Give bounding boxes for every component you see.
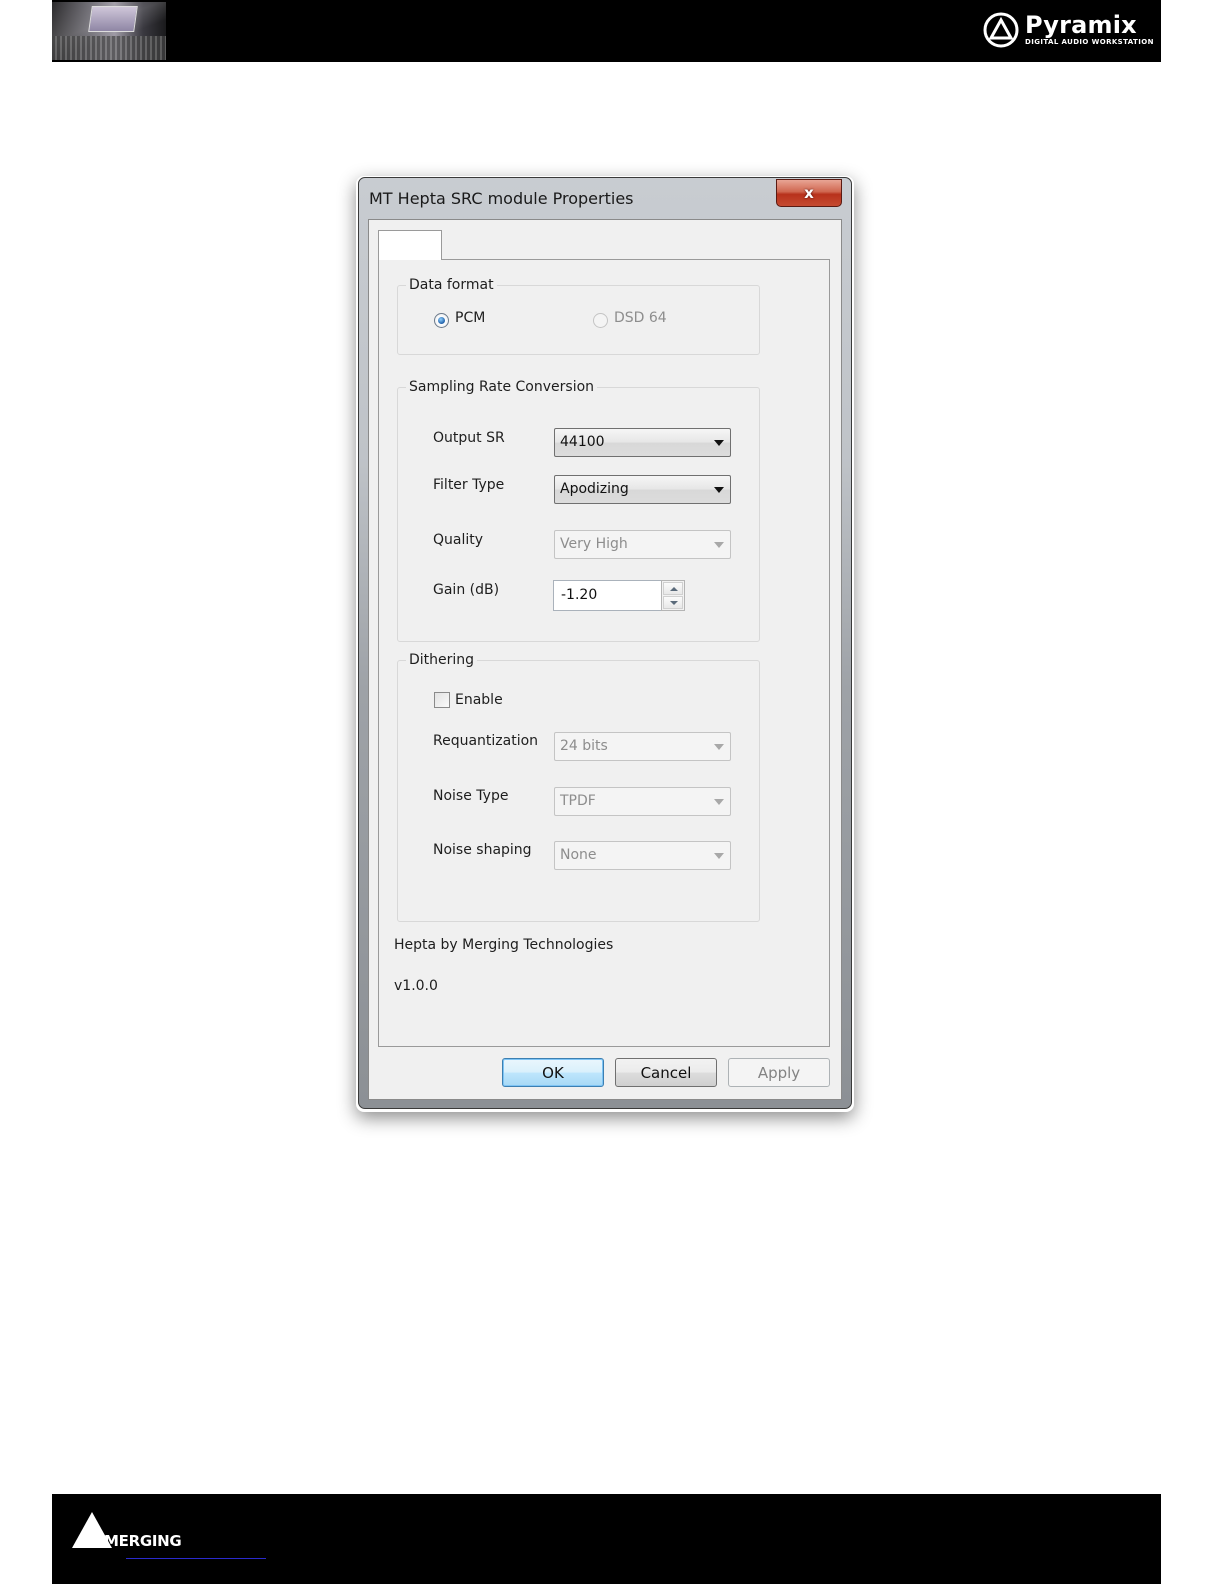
chevron-down-icon [714, 799, 724, 805]
gain-spin-down-button[interactable] [663, 596, 683, 609]
src-group: Sampling Rate Conversion Output SR 44100… [397, 378, 760, 642]
chevron-down-icon [714, 542, 724, 548]
filter-type-value: Apodizing [560, 481, 629, 497]
quality-select[interactable]: Very High [554, 530, 731, 559]
credits-text: Hepta by Merging Technologies [394, 937, 614, 953]
chevron-down-icon [714, 487, 724, 493]
apply-button[interactable]: Apply [728, 1058, 830, 1087]
brand-name: Pyramix [1025, 11, 1137, 39]
noise-shaping-select[interactable]: None [554, 841, 731, 870]
tab-general[interactable] [378, 230, 442, 260]
dialog-client-area: Data format PCM DSD 64 Sampling Rate Con… [368, 219, 842, 1100]
requantization-value: 24 bits [560, 738, 608, 754]
ok-button[interactable]: OK [502, 1058, 604, 1087]
pcm-radio[interactable] [434, 313, 449, 328]
cancel-button[interactable]: Cancel [615, 1058, 717, 1087]
gain-spinner [661, 580, 685, 611]
requantization-select[interactable]: 24 bits [554, 732, 731, 761]
output-sr-label: Output SR [433, 430, 505, 446]
merging-logo: MERGING [72, 1512, 222, 1552]
quality-label: Quality [433, 532, 484, 548]
chevron-down-icon [714, 440, 724, 446]
noise-type-value: TPDF [560, 793, 596, 809]
page-header-band: Pyramix DIGITAL AUDIO WORKSTATION [52, 0, 1161, 62]
photo-screen [88, 6, 138, 32]
pyramix-logo: Pyramix DIGITAL AUDIO WORKSTATION [983, 10, 1153, 52]
dialog-title: MT Hepta SRC module Properties [369, 189, 634, 208]
gain-label: Gain (dB) [433, 582, 500, 598]
tab-page: Data format PCM DSD 64 Sampling Rate Con… [378, 259, 830, 1047]
chevron-down-icon [714, 744, 724, 750]
data-format-label: Data format [406, 276, 497, 294]
arrow-up-icon [670, 587, 678, 591]
dithering-group-label: Dithering [406, 651, 478, 669]
enable-dither-label: Enable [455, 692, 503, 708]
dsd64-radio-label: DSD 64 [614, 310, 667, 326]
dsd64-radio[interactable] [593, 313, 608, 328]
arrow-down-icon [670, 601, 678, 605]
footer-brand-name: MERGING [104, 1532, 182, 1550]
photo-console [52, 36, 166, 60]
filter-type-select[interactable]: Apodizing [554, 475, 731, 504]
version-text: v1.0.0 [394, 978, 438, 994]
page-footer-band: MERGING [52, 1494, 1161, 1584]
filter-type-label: Filter Type [433, 477, 505, 493]
properties-dialog: MT Hepta SRC module Properties x Data fo… [358, 177, 852, 1109]
gain-spin-up-button[interactable] [663, 582, 683, 595]
pyramix-triangle-icon [983, 12, 1019, 48]
close-button[interactable]: x [776, 179, 842, 207]
enable-dither-checkbox[interactable] [434, 692, 450, 708]
noise-shaping-value: None [560, 847, 597, 863]
brand-tagline: DIGITAL AUDIO WORKSTATION [1025, 38, 1154, 46]
output-sr-value: 44100 [560, 434, 605, 450]
output-sr-select[interactable]: 44100 [554, 428, 731, 457]
header-studio-photo [52, 2, 166, 60]
pcm-radio-label: PCM [455, 310, 486, 326]
close-icon: x [804, 184, 814, 202]
chevron-down-icon [714, 853, 724, 859]
gain-value: -1.20 [561, 587, 598, 603]
noise-type-label: Noise Type [433, 788, 509, 804]
dithering-group: Dithering Enable Requantization 24 bits … [397, 651, 760, 922]
quality-value: Very High [560, 536, 628, 552]
requantization-label: Requantization [433, 733, 539, 749]
footer-link-underline[interactable] [126, 1558, 266, 1559]
noise-type-select[interactable]: TPDF [554, 787, 731, 816]
noise-shaping-label: Noise shaping [433, 842, 532, 858]
gain-input[interactable]: -1.20 [553, 580, 663, 611]
src-group-label: Sampling Rate Conversion [406, 378, 598, 396]
data-format-group: Data format PCM DSD 64 [397, 276, 760, 355]
